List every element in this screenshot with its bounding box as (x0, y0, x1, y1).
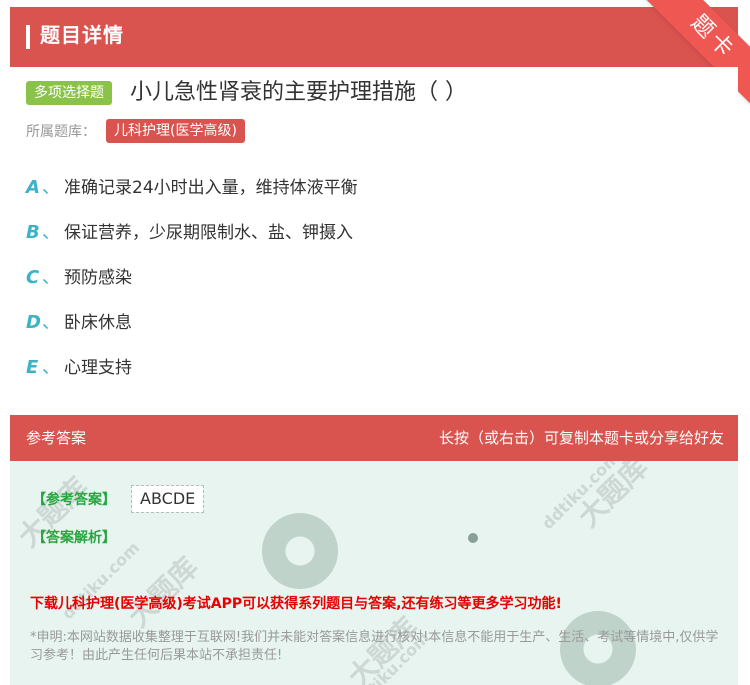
bank-link[interactable]: 儿科护理(医学高级) (106, 119, 245, 143)
bank-label: 所属题库： (26, 124, 96, 140)
disclaimer-text: *申明:本网站数据收集整理于互联网!我们并未能对答案信息进行核对!本信息不能用于… (30, 630, 719, 663)
option-separator: 、 (42, 177, 60, 198)
header-bar: 题目详情 (10, 7, 738, 67)
reference-answer-label: 【参考答案】 (32, 492, 116, 508)
option-text: 准确记录24小时出入量，维持体液平衡 (64, 178, 358, 198)
answer-header-bar: 参考答案 长按（或右击）可复制本题卡或分享给好友 (10, 415, 738, 461)
option-letter: E (26, 357, 39, 378)
option-letter: C (26, 267, 40, 288)
watermark-dot-icon (468, 533, 478, 543)
explanation-label: 【答案解析】 (32, 530, 116, 546)
share-hint: 长按（或右击）可复制本题卡或分享给好友 (438, 429, 724, 447)
option-letter: A (26, 177, 40, 198)
answer-panel: 大题库 ddtiku.com 大题库 大题库 ddtiku.com 大题库 dd… (10, 461, 738, 685)
option-text: 保证营养，少尿期限制水、盐、钾摄入 (64, 223, 353, 243)
reference-answer-value[interactable]: ABCDE (130, 485, 205, 513)
option-text: 预防感染 (64, 268, 132, 288)
option-separator: 、 (42, 267, 60, 288)
option-letter: B (26, 222, 40, 243)
watermark-logo-icon (262, 513, 338, 589)
download-app-link[interactable]: 下载儿科护理(医学高级)考试APP可以获得系列题目与答案,还有练习等更多学习功能… (30, 593, 562, 615)
option-separator: 、 (42, 312, 60, 333)
answer-section-title: 参考答案 (26, 429, 87, 447)
option-text: 心理支持 (64, 358, 132, 378)
header-accent-mark (26, 25, 30, 49)
option-letter: D (26, 312, 41, 333)
question-type-badge: 多项选择题 (26, 81, 112, 105)
page-title: 题目详情 (40, 23, 124, 47)
question-title: 小儿急性肾衰的主要护理措施（ ） (130, 80, 467, 105)
option-text: 卧床休息 (64, 313, 132, 333)
option-separator: 、 (42, 222, 60, 243)
option-separator: 、 (42, 357, 60, 378)
question-card: 多项选择题 小儿急性肾衰的主要护理措施（ ） 所属题库： 儿科护理(医学高级) … (10, 67, 738, 415)
